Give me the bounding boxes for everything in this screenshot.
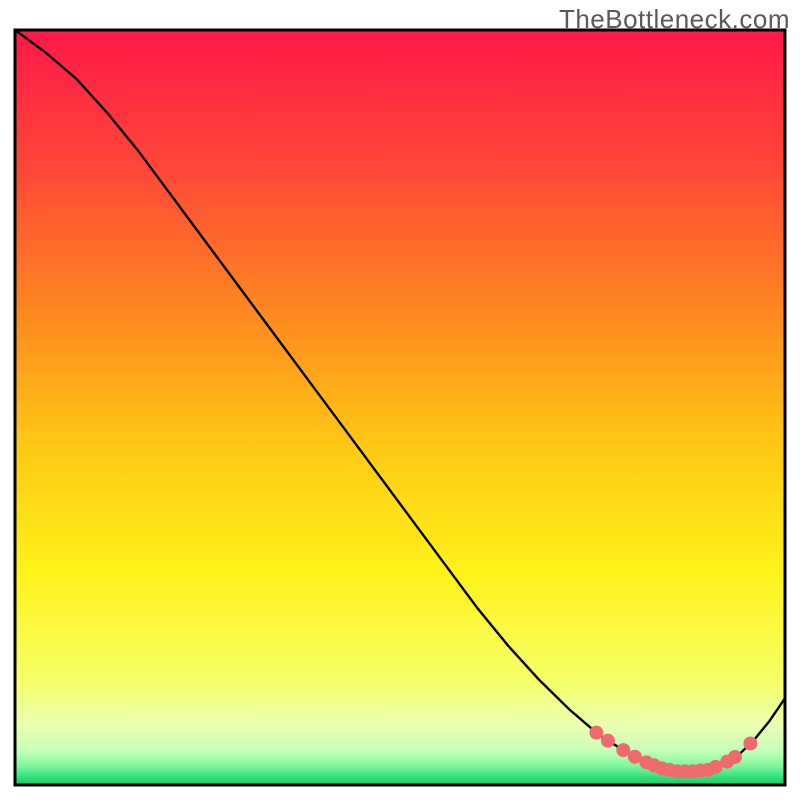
highlight-dot — [728, 750, 742, 764]
watermark-text: TheBottleneck.com — [559, 4, 790, 35]
chart-svg — [0, 0, 800, 800]
highlight-dot — [589, 726, 603, 740]
chart-stage: TheBottleneck.com — [0, 0, 800, 800]
highlight-dot — [601, 734, 615, 748]
highlight-dot — [743, 736, 757, 750]
